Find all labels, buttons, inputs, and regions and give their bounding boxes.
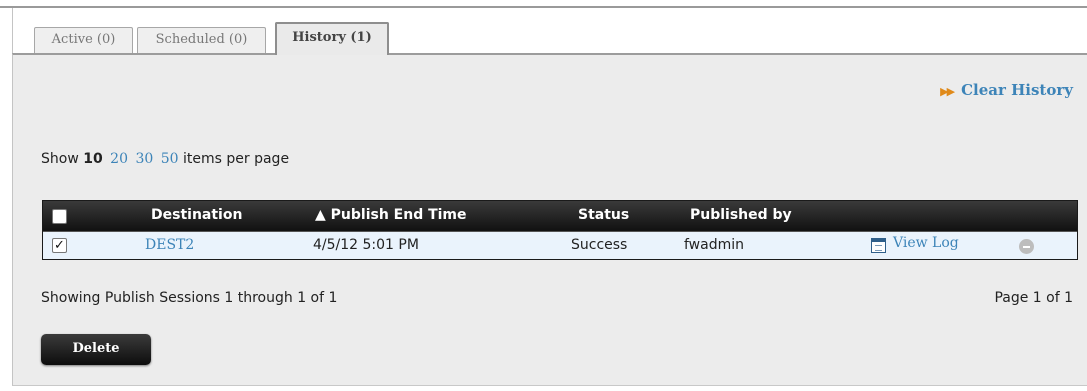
publish-history-table: Destination ▲ Publish End Time Status Pu… — [42, 200, 1078, 260]
tab-bar: Active (0) Scheduled (0) History (1) — [12, 8, 1087, 55]
publish-end-time: 4/5/12 5:01 PM — [313, 237, 419, 253]
select-all-checkbox[interactable] — [52, 209, 67, 224]
history-panel: ▶▶ Clear History Show 10 20 30 50 items p… — [12, 53, 1087, 386]
column-status[interactable]: Status — [578, 207, 629, 223]
tab-active[interactable]: Active (0) — [34, 27, 133, 54]
tab-scheduled[interactable]: Scheduled (0) — [137, 27, 266, 54]
items-per-page: Show 10 20 30 50 items per page — [41, 151, 289, 167]
results-summary: Showing Publish Sessions 1 through 1 of … — [41, 290, 338, 306]
destination-link[interactable]: DEST2 — [145, 237, 194, 253]
clear-history-label: Clear History — [961, 81, 1073, 99]
double-chevron-right-icon: ▶▶ — [940, 85, 955, 98]
page-info: Page 1 of 1 — [994, 290, 1073, 306]
published-by-value: fwadmin — [684, 237, 744, 253]
clear-history-link[interactable]: ▶▶ Clear History — [940, 81, 1073, 99]
per-page-option-50[interactable]: 50 — [161, 151, 179, 167]
row-checkbox[interactable]: ✓ — [52, 238, 67, 253]
column-publish-end-time[interactable]: ▲ Publish End Time — [315, 207, 467, 223]
per-page-prefix: Show — [41, 151, 79, 167]
per-page-option-20[interactable]: 20 — [110, 151, 128, 167]
column-destination[interactable]: Destination — [151, 207, 242, 223]
tab-history[interactable]: History (1) — [275, 22, 389, 55]
column-published-by[interactable]: Published by — [690, 207, 792, 223]
per-page-suffix: items per page — [183, 151, 290, 167]
per-page-option-30[interactable]: 30 — [135, 151, 153, 167]
remove-circle-icon[interactable] — [1019, 239, 1034, 254]
table-header: Destination ▲ Publish End Time Status Pu… — [43, 201, 1077, 231]
log-window-icon[interactable] — [871, 238, 886, 253]
table-row: ✓ DEST2 4/5/12 5:01 PM Success fwadmin V… — [43, 231, 1077, 259]
status-value: Success — [571, 237, 628, 253]
view-log-link[interactable]: View Log — [893, 235, 959, 251]
per-page-current: 10 — [83, 151, 103, 167]
delete-button[interactable]: Delete — [41, 334, 151, 365]
